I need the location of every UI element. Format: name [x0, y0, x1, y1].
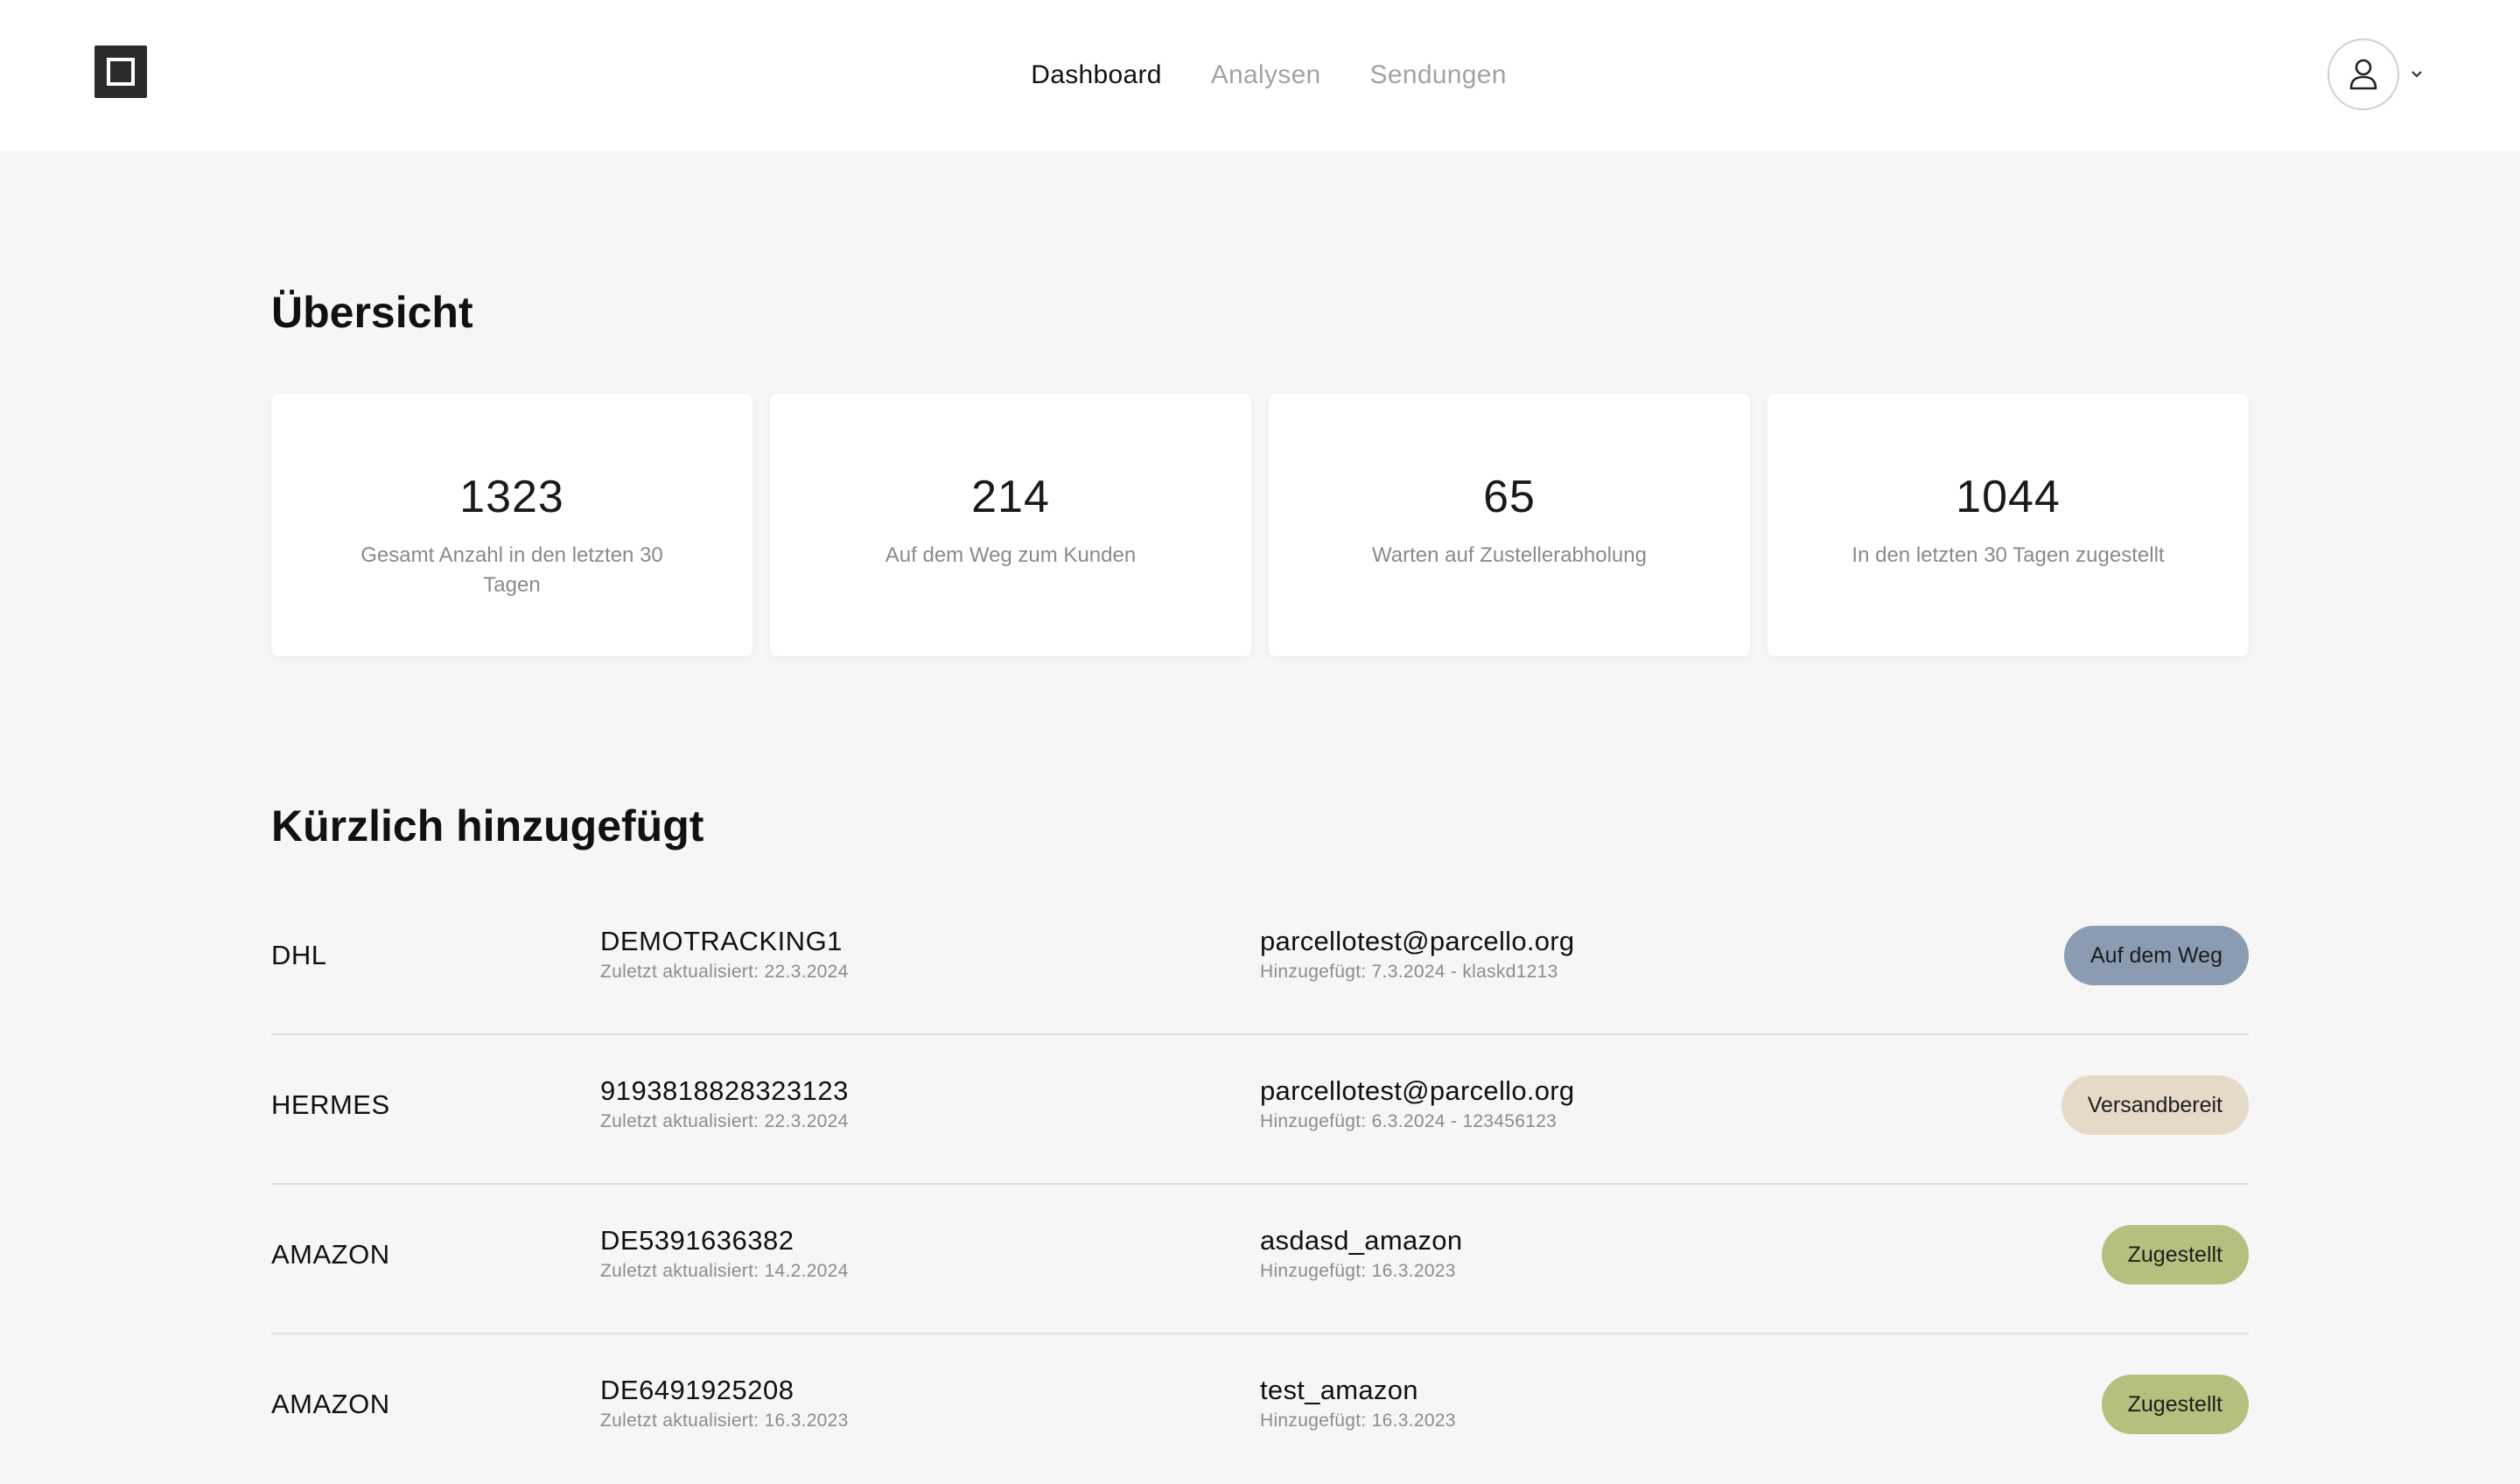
status-badge: Versandbereit [2061, 1075, 2249, 1135]
tracking-block: DEMOTRACKING1 Zuletzt aktualisiert: 22.3… [600, 926, 849, 985]
last-updated: Zuletzt aktualisiert: 22.3.2024 [600, 1111, 849, 1131]
status-badge: Zugestellt [2101, 1225, 2249, 1284]
user-icon [2349, 59, 2377, 90]
top-navigation-bar: Dashboard Analysen Sendungen [0, 0, 2520, 150]
chevron-down-icon[interactable] [2408, 66, 2426, 83]
status-badge: Zugestellt [2101, 1375, 2249, 1434]
stat-label: Auf dem Weg zum Kunden [885, 543, 1137, 567]
added-info: Hinzugefügt: 6.3.2024 - 123456123 [1260, 1111, 1558, 1131]
shipment-row[interactable]: AMAZON DE5391636382 Zuletzt aktualisiert… [271, 1185, 2249, 1334]
main-nav: Dashboard Analysen Sendungen [0, 56, 2520, 94]
tracking-block: 9193818828323123 Zuletzt aktualisiert: 2… [600, 1075, 849, 1135]
customer-name: asdasd_amazon [1260, 1225, 1463, 1256]
nav-item-dashboard[interactable]: Dashboard [1031, 56, 1161, 94]
shipment-row[interactable]: DHL DEMOTRACKING1 Zuletzt aktualisiert: … [271, 886, 2249, 1035]
customer-name: test_amazon [1260, 1375, 1418, 1405]
added-info: Hinzugefügt: 16.3.2023 [1260, 1410, 1456, 1431]
added-info: Hinzugefügt: 16.3.2023 [1260, 1261, 1456, 1281]
carrier-name: AMAZON [271, 1389, 390, 1419]
overview-cards: 1323 Gesamt Anzahl in den letzten 30 Tag… [271, 394, 2249, 656]
recent-shipments-list: DHL DEMOTRACKING1 Zuletzt aktualisiert: … [271, 886, 2249, 1484]
customer-block: test_amazon Hinzugefügt: 16.3.2023 [1260, 1375, 1456, 1434]
nav-item-sendungen[interactable]: Sendungen [1370, 56, 1507, 94]
last-updated: Zuletzt aktualisiert: 16.3.2023 [600, 1410, 849, 1431]
stat-card-in-transit: 214 Auf dem Weg zum Kunden [770, 394, 1251, 656]
overview-title: Übersicht [271, 288, 473, 337]
customer-email: parcellotest@parcello.org [1260, 926, 1575, 956]
shipment-row[interactable]: AMAZON DE6491925208 Zuletzt aktualisiert… [271, 1334, 2249, 1484]
customer-email: parcellotest@parcello.org [1260, 1075, 1575, 1106]
carrier-name: AMAZON [271, 1239, 390, 1270]
carrier-name: HERMES [271, 1089, 390, 1120]
stat-label: Warten auf Zustellerabholung [1372, 543, 1647, 567]
shipment-row[interactable]: HERMES 9193818828323123 Zuletzt aktualis… [271, 1035, 2249, 1185]
tracking-number[interactable]: DE5391636382 [600, 1225, 849, 1256]
tracking-number[interactable]: DE6491925208 [600, 1375, 849, 1406]
tracking-block: DE6491925208 Zuletzt aktualisiert: 16.3.… [600, 1375, 849, 1434]
stat-value: 1323 [459, 472, 564, 522]
recent-title: Kürzlich hinzugefügt [271, 802, 704, 850]
stat-card-total: 1323 Gesamt Anzahl in den letzten 30 Tag… [271, 394, 752, 656]
stat-label: In den letzten 30 Tagen zugestellt [1852, 543, 2165, 567]
tracking-number[interactable]: 9193818828323123 [600, 1075, 849, 1107]
stat-value: 65 [1483, 472, 1536, 522]
last-updated: Zuletzt aktualisiert: 22.3.2024 [600, 962, 849, 982]
tracking-number[interactable]: DEMOTRACKING1 [600, 926, 849, 957]
nav-item-analysen[interactable]: Analysen [1211, 56, 1321, 94]
tracking-block: DE5391636382 Zuletzt aktualisiert: 14.2.… [600, 1225, 849, 1284]
stat-value: 214 [971, 472, 1050, 522]
customer-block: parcellotest@parcello.org Hinzugefügt: 6… [1260, 1075, 1574, 1135]
stat-value: 1044 [1956, 472, 2061, 522]
customer-block: asdasd_amazon Hinzugefügt: 16.3.2023 [1260, 1225, 1462, 1284]
avatar[interactable] [2328, 38, 2399, 110]
status-badge: Auf dem Weg [2063, 926, 2249, 985]
added-info: Hinzugefügt: 7.3.2024 - klaskd1213 [1260, 962, 1558, 982]
stat-card-delivered: 1044 In den letzten 30 Tagen zugestellt [1768, 394, 2249, 656]
customer-block: parcellotest@parcello.org Hinzugefügt: 7… [1260, 926, 1574, 985]
user-menu[interactable] [2328, 38, 2426, 110]
last-updated: Zuletzt aktualisiert: 14.2.2024 [600, 1261, 849, 1281]
carrier-name: DHL [271, 940, 327, 970]
stat-label: Gesamt Anzahl in den letzten 30 Tagen [360, 543, 663, 597]
stat-card-awaiting-pickup: 65 Warten auf Zustellerabholung [1269, 394, 1750, 656]
